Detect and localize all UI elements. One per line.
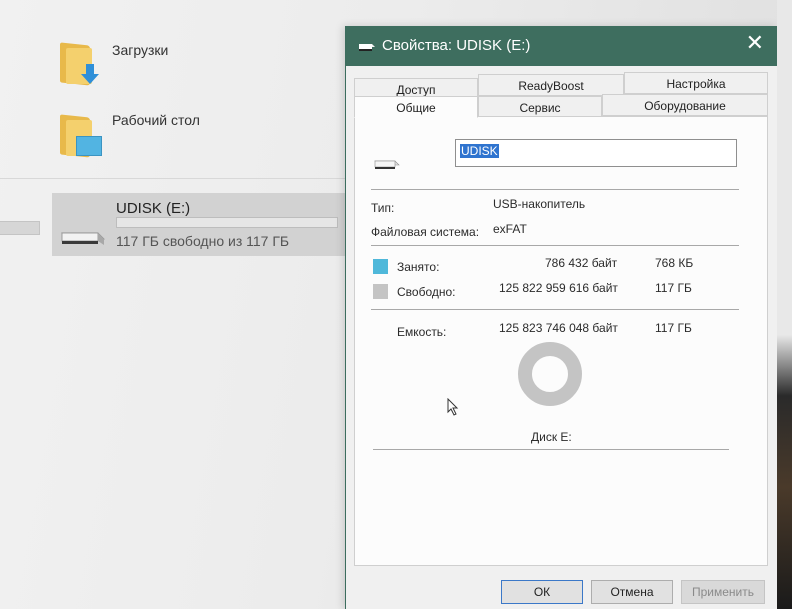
type-value: USB-накопитель bbox=[493, 197, 586, 211]
background-edge bbox=[777, 0, 792, 609]
disk-usage-donut bbox=[518, 341, 582, 406]
mouse-cursor-icon bbox=[447, 398, 459, 416]
free-size: 117 ГБ bbox=[655, 281, 692, 295]
drive-name: UDISK (E:) bbox=[116, 200, 191, 217]
type-label: Тип: bbox=[371, 201, 395, 215]
filesystem-label: Файловая система: bbox=[371, 225, 480, 239]
usb-drive-icon bbox=[61, 232, 105, 245]
dialog-title: Свойства: UDISK (E:) bbox=[382, 37, 531, 54]
disk-label: Диск E: bbox=[531, 430, 572, 444]
folder-label: Загрузки bbox=[112, 42, 169, 58]
divider bbox=[373, 449, 729, 450]
desktop-folder-icon bbox=[60, 112, 102, 158]
filesystem-value: exFAT bbox=[493, 222, 527, 236]
tab-hardware[interactable]: Оборудование bbox=[602, 94, 768, 116]
general-tab-panel: UDISK Тип: USB-накопитель Файловая систе… bbox=[354, 116, 768, 566]
apply-button[interactable]: Применить bbox=[681, 580, 765, 604]
tab-readyboost[interactable]: ReadyBoost bbox=[478, 74, 624, 96]
free-color-swatch bbox=[373, 284, 388, 299]
tab-tools[interactable]: Сервис bbox=[478, 96, 602, 118]
tab-general[interactable]: Общие bbox=[354, 96, 478, 118]
scroll-stub bbox=[0, 221, 40, 235]
capacity-size: 117 ГБ bbox=[655, 321, 692, 335]
capacity-bytes: 125 823 746 048 байт bbox=[499, 321, 618, 335]
volume-label-input[interactable]: UDISK bbox=[455, 139, 737, 167]
drive-icon bbox=[359, 44, 375, 51]
drive-icon bbox=[374, 160, 400, 169]
drive-usage-bar bbox=[116, 217, 338, 228]
capacity-label: Емкость: bbox=[397, 325, 447, 339]
divider bbox=[371, 309, 739, 310]
folder-label: Рабочий стол bbox=[112, 112, 200, 128]
drive-item-udisk[interactable]: UDISK (E:) 117 ГБ свободно из 117 ГБ bbox=[52, 193, 345, 256]
divider bbox=[371, 245, 739, 246]
used-bytes: 786 432 байт bbox=[545, 256, 618, 270]
cancel-button[interactable]: Отмена bbox=[591, 580, 673, 604]
divider bbox=[371, 189, 739, 190]
used-size: 768 КБ bbox=[655, 256, 694, 270]
folder-desktop[interactable]: Рабочий стол bbox=[60, 112, 200, 158]
section-divider bbox=[0, 178, 345, 179]
drive-free-space: 117 ГБ свободно из 117 ГБ bbox=[116, 233, 290, 249]
dialog-titlebar[interactable]: Свойства: UDISK (E:) ✕ bbox=[346, 26, 778, 66]
close-icon[interactable]: ✕ bbox=[746, 30, 764, 56]
used-color-swatch bbox=[373, 259, 388, 274]
ok-button[interactable]: ОК bbox=[501, 580, 583, 604]
properties-dialog: Свойства: UDISK (E:) ✕ Доступ ReadyBoost… bbox=[345, 26, 778, 609]
free-bytes: 125 822 959 616 байт bbox=[499, 281, 618, 295]
free-label: Свободно: bbox=[397, 285, 456, 299]
tab-customize[interactable]: Настройка bbox=[624, 72, 768, 94]
downloads-folder-icon bbox=[60, 40, 102, 86]
folder-downloads[interactable]: Загрузки bbox=[60, 40, 169, 86]
volume-label-selection: UDISK bbox=[460, 144, 499, 158]
used-label: Занято: bbox=[397, 260, 440, 274]
